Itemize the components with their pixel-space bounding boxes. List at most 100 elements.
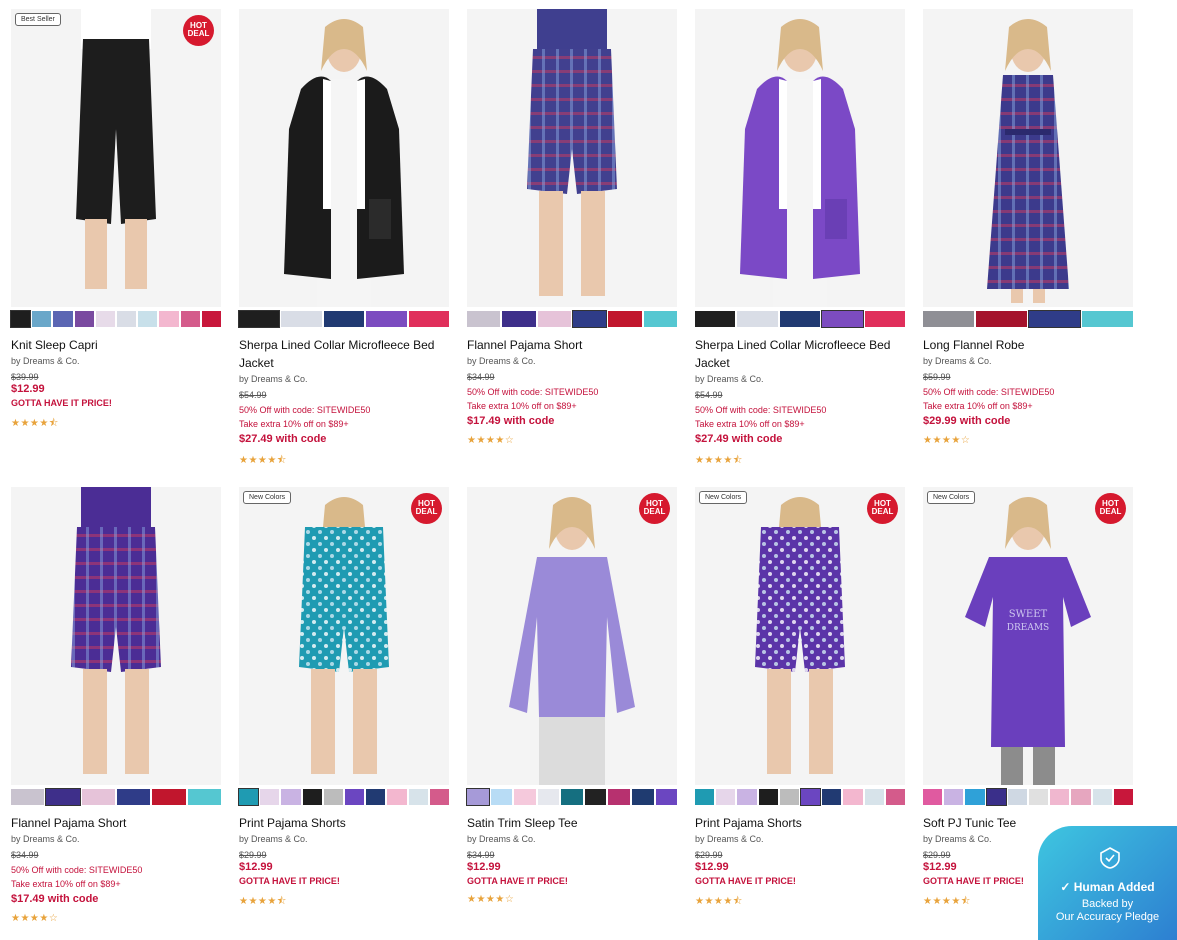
color-swatch[interactable] (366, 311, 407, 327)
star-rating[interactable]: ★★★★⯪ (695, 894, 905, 911)
color-swatch[interactable] (323, 311, 365, 327)
color-swatch[interactable] (408, 311, 450, 327)
product-name[interactable]: Print Pajama Shorts (239, 814, 449, 832)
color-swatch[interactable] (571, 310, 608, 328)
product-card[interactable]: Best Seller HOT DEAL Knit Sleep Capri by Dr… (9, 9, 222, 487)
color-swatch[interactable] (281, 789, 301, 805)
star-rating[interactable]: ★★★★⯪ (695, 453, 905, 470)
product-card[interactable]: Flannel Pajama Short by Dreams & Co. $34.9… (467, 9, 677, 487)
product-image[interactable]: Best Seller HOT DEAL (11, 9, 221, 307)
color-swatch[interactable] (502, 311, 536, 327)
star-rating[interactable]: ★★★★⯪ (239, 453, 449, 470)
color-swatch[interactable] (1050, 789, 1070, 805)
color-swatch[interactable] (1092, 789, 1112, 805)
product-name[interactable]: Flannel Pajama Short (467, 336, 677, 354)
color-swatch[interactable] (537, 311, 571, 327)
product-image[interactable]: HOT DEAL (467, 487, 677, 785)
color-swatch[interactable] (281, 311, 322, 327)
color-swatch[interactable] (260, 789, 280, 805)
color-swatch[interactable] (53, 311, 73, 327)
color-swatch[interactable] (944, 789, 964, 805)
color-swatch[interactable] (116, 789, 151, 805)
product-card[interactable]: Long Flannel Robe by Dreams & Co. $59.99 50… (923, 9, 1133, 487)
product-card[interactable]: Flannel Pajama Short by Dreams & Co. $34.9… (11, 487, 221, 940)
color-swatch[interactable] (779, 789, 800, 805)
product-image[interactable] (11, 487, 221, 785)
product-name[interactable]: Sherpa Lined Collar Microfleece Bed Jack… (695, 336, 905, 372)
product-image[interactable] (695, 9, 905, 307)
product-image[interactable]: New Colors HOT DEAL (239, 487, 449, 785)
color-swatch[interactable] (631, 789, 654, 805)
product-image[interactable] (923, 9, 1133, 307)
color-swatch[interactable] (843, 789, 863, 805)
color-swatch[interactable] (237, 310, 281, 328)
product-card[interactable]: New Colors HOT DEAL Print Pajama Shorts by … (237, 487, 450, 940)
color-swatch[interactable] (885, 789, 906, 805)
color-swatch[interactable] (408, 789, 428, 805)
color-swatch[interactable] (138, 311, 158, 327)
color-swatch[interactable] (159, 311, 179, 327)
product-name[interactable]: Flannel Pajama Short (11, 814, 221, 832)
color-swatch[interactable] (11, 789, 45, 805)
color-swatch[interactable] (237, 788, 260, 806)
product-card[interactable]: Sherpa Lined Collar Microfleece Bed Jack… (695, 9, 906, 487)
color-swatch[interactable] (302, 789, 322, 805)
product-name[interactable]: Sherpa Lined Collar Microfleece Bed Jack… (239, 336, 449, 372)
color-swatch[interactable] (117, 311, 137, 327)
product-image[interactable] (467, 9, 677, 307)
color-swatch[interactable] (608, 311, 642, 327)
color-swatch[interactable] (1029, 789, 1049, 805)
star-rating[interactable]: ★★★★☆ (923, 435, 1133, 446)
color-swatch[interactable] (923, 789, 943, 805)
color-swatch[interactable] (95, 311, 116, 327)
color-swatch[interactable] (537, 789, 560, 805)
color-swatch[interactable] (187, 789, 221, 805)
color-swatch[interactable] (1082, 311, 1133, 327)
color-swatch[interactable] (695, 311, 736, 327)
product-image[interactable]: SWEET DREAMS New Colors HOT DEAL (923, 487, 1133, 785)
product-name[interactable]: Knit Sleep Capri (11, 336, 221, 354)
color-swatch[interactable] (490, 789, 513, 805)
star-rating[interactable]: ★★★★⯪ (239, 894, 449, 911)
color-swatch[interactable] (345, 789, 365, 805)
color-swatch[interactable] (695, 789, 715, 805)
star-rating[interactable]: ★★★★☆ (467, 894, 677, 905)
color-swatch[interactable] (561, 789, 583, 805)
star-rating[interactable]: ★★★★⯪ (11, 416, 221, 433)
color-swatch[interactable] (655, 789, 678, 805)
product-name[interactable]: Long Flannel Robe (923, 336, 1133, 354)
product-card[interactable]: Sherpa Lined Collar Microfleece Bed Jack… (237, 9, 450, 487)
color-swatch[interactable] (466, 788, 490, 806)
product-image[interactable] (239, 9, 449, 307)
color-swatch[interactable] (1113, 789, 1134, 805)
color-swatch[interactable] (985, 788, 1007, 806)
color-swatch[interactable] (758, 789, 778, 805)
color-swatch[interactable] (864, 311, 906, 327)
color-swatch[interactable] (514, 789, 536, 805)
color-swatch[interactable] (923, 311, 974, 327)
color-swatch[interactable] (643, 311, 677, 327)
product-card[interactable]: New Colors HOT DEAL Print Pajama Shorts by … (695, 487, 906, 940)
color-swatch[interactable] (965, 789, 985, 805)
color-swatch[interactable] (864, 789, 884, 805)
color-swatch[interactable] (429, 789, 450, 805)
color-swatch[interactable] (737, 789, 757, 805)
accuracy-pledge-badge[interactable]: ✓ Human Added Backed by Our Accuracy Ple… (1038, 826, 1177, 940)
product-name[interactable]: Print Pajama Shorts (695, 814, 905, 832)
color-swatch[interactable] (387, 789, 407, 805)
color-swatch[interactable] (45, 788, 81, 806)
color-swatch[interactable] (323, 789, 344, 805)
color-swatch[interactable] (822, 789, 842, 805)
product-card[interactable]: HOT DEAL Satin Trim Sleep Tee by Dreams & … (466, 487, 678, 940)
color-swatch[interactable] (821, 310, 864, 328)
color-swatch[interactable] (201, 311, 222, 327)
product-name[interactable]: Satin Trim Sleep Tee (467, 814, 677, 832)
color-swatch[interactable] (180, 311, 200, 327)
color-swatch[interactable] (1028, 310, 1081, 328)
color-swatch[interactable] (32, 311, 52, 327)
color-swatch[interactable] (608, 789, 630, 805)
color-swatch[interactable] (584, 789, 607, 805)
color-swatch[interactable] (1007, 789, 1028, 805)
color-swatch[interactable] (152, 789, 186, 805)
color-swatch[interactable] (9, 310, 32, 328)
